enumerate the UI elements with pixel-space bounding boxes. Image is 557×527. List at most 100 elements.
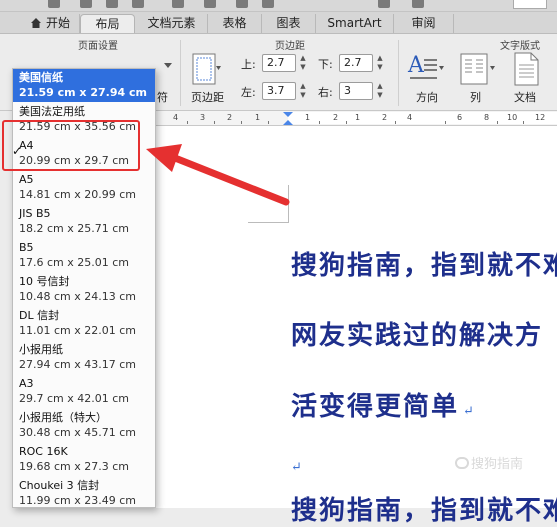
- paper-size-option[interactable]: JIS B5 18.2 cm x 25.71 cm: [13, 205, 155, 238]
- right-margin-stepper[interactable]: ▲ ▼: [375, 82, 385, 100]
- margins-group-title: 页边距: [275, 41, 305, 52]
- tab-layout-label: 布局: [95, 17, 120, 31]
- copy-icon[interactable]: [204, 0, 216, 8]
- watermark-text: 搜狗指南: [471, 457, 524, 472]
- paper-size-option[interactable]: 10 号信封 10.48 cm x 24.13 cm: [13, 273, 155, 306]
- home-icon: [30, 18, 41, 28]
- document-line[interactable]: ↵: [291, 448, 302, 478]
- ruler-label: 2: [382, 113, 388, 122]
- watermark-logo-icon: [455, 457, 469, 469]
- top-margin-input[interactable]: 2.7: [262, 54, 296, 72]
- tab-document-elements-label: 文档元素: [147, 16, 196, 30]
- paper-size-option[interactable]: DL 信封 11.01 cm x 22.01 cm: [13, 307, 155, 340]
- document-button-label[interactable]: 文档: [514, 89, 536, 105]
- ruler-label: 10: [507, 113, 518, 122]
- partial-button-label: 符: [157, 91, 168, 104]
- paper-size-name: A5: [19, 173, 34, 186]
- tab-document-elements[interactable]: 文档元素: [136, 14, 208, 33]
- ruler-label: 2: [227, 113, 233, 122]
- redo-icon[interactable]: [106, 0, 118, 8]
- margin-corner-mark: [248, 222, 288, 223]
- paper-size-dimensions: 29.7 cm x 42.01 cm: [19, 392, 130, 405]
- tab-home[interactable]: 开始: [22, 14, 80, 33]
- paper-size-name: DL 信封: [19, 309, 60, 322]
- tab-review[interactable]: 审阅: [394, 14, 454, 33]
- paper-size-name: A3: [19, 377, 34, 390]
- tab-smartart-label: SmartArt: [327, 16, 382, 30]
- tab-tables-label: 表格: [222, 16, 247, 30]
- save-icon[interactable]: [48, 0, 60, 8]
- right-margin-input[interactable]: 3: [339, 82, 373, 100]
- zoom-field[interactable]: [513, 0, 547, 9]
- paste-icon[interactable]: [236, 0, 248, 8]
- print-icon[interactable]: [132, 0, 144, 8]
- paper-size-option[interactable]: A3 29.7 cm x 42.01 cm: [13, 375, 155, 408]
- paper-size-option[interactable]: 小报用纸 27.94 cm x 43.17 cm: [13, 341, 155, 374]
- ruler-label: 4: [173, 113, 179, 122]
- left-margin-stepper[interactable]: ▲ ▼: [298, 82, 308, 100]
- dropdown-arrow-icon[interactable]: [164, 54, 172, 73]
- bottom-margin-input[interactable]: 2.7: [339, 54, 373, 72]
- margins-icon[interactable]: [191, 52, 221, 90]
- paper-size-dimensions: 27.94 cm x 43.17 cm: [19, 358, 137, 371]
- cut-icon[interactable]: [172, 0, 184, 8]
- columns-icon[interactable]: [459, 52, 497, 90]
- ruler-label: 12: [535, 113, 546, 122]
- paper-size-option[interactable]: A5 14.81 cm x 20.99 cm: [13, 171, 155, 204]
- document-line-text: 搜狗指南，指到就不难: [291, 251, 557, 281]
- document-line-text: 网友实践过的解决方: [291, 321, 544, 351]
- paper-size-name: 小报用纸（特大）: [19, 411, 107, 424]
- help-icon[interactable]: [412, 0, 424, 8]
- text-direction-icon[interactable]: A: [407, 52, 445, 90]
- document-line[interactable]: 网友实践过的解决方: [291, 315, 543, 352]
- svg-text:A: A: [407, 53, 425, 78]
- document-line[interactable]: 搜狗指南，指到就不难: [291, 245, 557, 282]
- page-setup-group-title: 页面设置: [78, 41, 118, 52]
- paper-size-option[interactable]: Choukei 3 信封 11.99 cm x 23.49 cm: [13, 477, 155, 507]
- document-line[interactable]: 活变得更简单 ↵: [291, 386, 474, 423]
- bottom-margin-label: 下:: [318, 58, 333, 71]
- right-margin-label: 右:: [318, 86, 333, 99]
- watermark: 搜狗指南: [455, 453, 523, 472]
- tab-smartart[interactable]: SmartArt: [316, 14, 394, 33]
- quick-access-toolbar: [0, 0, 557, 12]
- paper-size-option[interactable]: 美国信纸 21.59 cm x 27.94 cm: [13, 69, 155, 102]
- format-painter-icon[interactable]: [262, 0, 274, 8]
- paper-size-name: 10 号信封: [19, 275, 70, 288]
- top-margin-label: 上:: [241, 58, 256, 71]
- document-line-text: 搜狗指南，指到就不难: [291, 496, 557, 526]
- document-icon[interactable]: [512, 52, 540, 90]
- ruler-label: 4: [407, 113, 413, 122]
- red-arrow-icon: [140, 140, 290, 214]
- margins-button-label[interactable]: 页边距: [191, 89, 224, 105]
- highlight-box: [2, 120, 140, 171]
- bottom-margin-stepper[interactable]: ▲ ▼: [375, 54, 385, 72]
- undo-icon[interactable]: [80, 0, 92, 8]
- paper-size-dimensions: 11.01 cm x 22.01 cm: [19, 324, 137, 337]
- columns-button-label[interactable]: 列: [470, 89, 481, 105]
- paper-size-option[interactable]: ROC 16K 19.68 cm x 27.3 cm: [13, 443, 155, 476]
- ruler-label: 8: [484, 113, 490, 122]
- navigate-icon[interactable]: [378, 0, 390, 8]
- tab-home-label: 开始: [45, 16, 70, 30]
- paper-size-dimensions: 21.59 cm x 27.94 cm: [19, 86, 147, 99]
- left-margin-input[interactable]: 3.7: [262, 82, 296, 100]
- top-margin-stepper[interactable]: ▲ ▼: [298, 54, 308, 72]
- ruler-label: 1: [305, 113, 311, 122]
- paper-size-dimensions: 18.2 cm x 25.71 cm: [19, 222, 130, 235]
- tab-layout[interactable]: 布局: [80, 14, 135, 33]
- paper-size-name: 小报用纸: [19, 343, 63, 356]
- horizontal-ruler[interactable]: 4 3 2 1 1 2 1 2 4 6 8 10 12: [155, 111, 557, 126]
- text-layout-group-title: 文字版式: [500, 41, 540, 52]
- paper-size-name: 美国信纸: [19, 71, 63, 84]
- ruler-label: 6: [457, 113, 463, 122]
- indent-marker-icon[interactable]: [282, 111, 294, 125]
- tab-tables[interactable]: 表格: [208, 14, 262, 33]
- direction-button-label[interactable]: 方向: [416, 89, 438, 105]
- document-line[interactable]: 搜狗指南，指到就不难: [291, 490, 557, 527]
- paper-size-dimensions: 19.68 cm x 27.3 cm: [19, 460, 130, 473]
- paper-size-option[interactable]: B5 17.6 cm x 25.01 cm: [13, 239, 155, 272]
- tab-charts[interactable]: 图表: [262, 14, 316, 33]
- paper-size-option[interactable]: 小报用纸（特大） 30.48 cm x 45.71 cm: [13, 409, 155, 442]
- paragraph-mark: ↵: [291, 460, 302, 475]
